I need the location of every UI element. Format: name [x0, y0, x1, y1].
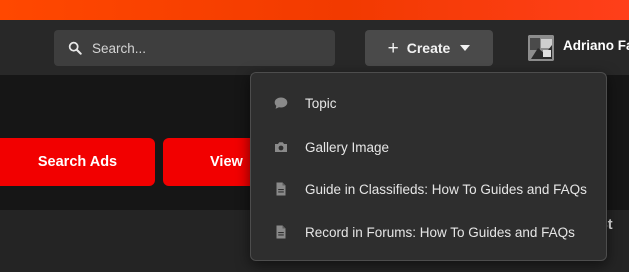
menu-item-gallery-image[interactable]: Gallery Image [251, 129, 606, 165]
camera-icon [273, 139, 289, 155]
menu-item-guide-classifieds[interactable]: Guide in Classifieds: How To Guides and … [251, 171, 606, 207]
menu-item-label: Guide in Classifieds: How To Guides and … [305, 181, 587, 197]
top-accent-stripe [0, 0, 629, 20]
caret-down-icon [460, 45, 471, 51]
view-button[interactable]: View [163, 138, 263, 186]
page: Search... + Create Adriano Fa Search Ads… [0, 0, 629, 272]
user-name[interactable]: Adriano Fa [563, 38, 629, 53]
search-ads-button[interactable]: Search Ads [0, 138, 155, 186]
create-button[interactable]: + Create [365, 30, 493, 66]
menu-item-label: Gallery Image [305, 139, 390, 155]
search-ads-label: Search Ads [37, 154, 118, 170]
document-icon [273, 181, 289, 197]
document-icon [273, 224, 289, 240]
search-input[interactable]: Search... [54, 30, 335, 66]
menu-item-label: Record in Forums: How To Guides and FAQs [305, 224, 575, 240]
menu-item-topic[interactable]: Topic [251, 85, 606, 121]
create-button-label: Create [406, 40, 451, 56]
chat-bubble-icon [273, 95, 289, 111]
menu-item-label: Topic [305, 95, 337, 111]
menu-item-record-forums[interactable]: Record in Forums: How To Guides and FAQs [251, 214, 606, 250]
create-dropdown-menu: Topic Gallery Image Guide in Classifieds… [250, 72, 607, 261]
plus-icon: + [387, 37, 399, 59]
view-button-label: View [210, 154, 243, 170]
search-icon [68, 41, 82, 55]
search-placeholder: Search... [92, 40, 147, 56]
avatar[interactable] [528, 35, 554, 61]
